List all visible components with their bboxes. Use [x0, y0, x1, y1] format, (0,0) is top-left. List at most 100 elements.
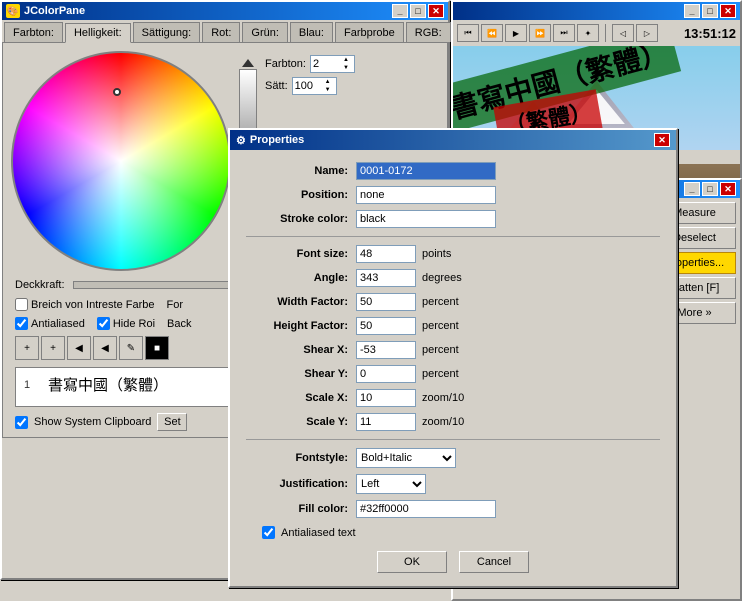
media-btn-nav1[interactable]: ◁: [612, 24, 634, 42]
antialiased-main-checkbox[interactable]: [15, 317, 28, 330]
tab-grun[interactable]: Grün:: [242, 22, 288, 42]
fill-color-input[interactable]: [356, 500, 496, 518]
position-label: Position:: [246, 189, 356, 201]
satt-arrows[interactable]: ▲ ▼: [322, 78, 334, 94]
farbton-down-arrow[interactable]: ▼: [340, 64, 352, 72]
farbton-up-arrow[interactable]: ▲: [340, 56, 352, 64]
satt-label: Sätt:: [265, 80, 288, 92]
tool-add1-button[interactable]: +: [15, 336, 39, 360]
wheel-selector-dot: [113, 88, 121, 96]
shear-x-label: Shear X:: [246, 344, 356, 356]
farbton-value: 2: [313, 58, 340, 70]
scale-y-row: Scale Y: zoom/10: [246, 413, 660, 431]
media-close-button[interactable]: ✕: [720, 4, 736, 18]
media-btn-special[interactable]: ✦: [577, 24, 599, 42]
media-btn-play[interactable]: ▶: [505, 24, 527, 42]
photo-bottom-minimize[interactable]: _: [684, 182, 700, 196]
satt-group: Sätt: 100 ▲ ▼: [265, 77, 355, 95]
satt-value: 100: [295, 80, 322, 92]
hide-roi-checkbox[interactable]: [97, 317, 110, 330]
justification-select[interactable]: Left Center Right: [356, 474, 426, 494]
dialog-buttons: OK Cancel: [246, 551, 660, 573]
width-factor-input[interactable]: [356, 293, 416, 311]
tab-farbton[interactable]: Farbton:: [4, 22, 63, 42]
name-input[interactable]: [356, 162, 496, 180]
media-btn-prev[interactable]: ⏪: [481, 24, 503, 42]
slider-triangle-icon: [242, 59, 254, 67]
fontstyle-select[interactable]: Bold+Italic Bold Italic Plain: [356, 448, 456, 468]
height-factor-input[interactable]: [356, 317, 416, 335]
scale-y-input[interactable]: [356, 413, 416, 431]
antialiased-checkbox-row: Antialiased text: [262, 526, 660, 539]
properties-title-group: ⚙ Properties: [236, 134, 304, 147]
tab-rot[interactable]: Rot:: [202, 22, 240, 42]
scale-x-input[interactable]: [356, 389, 416, 407]
shear-y-unit: percent: [422, 368, 459, 380]
media-maximize-button[interactable]: □: [702, 4, 718, 18]
color-wheel[interactable]: [11, 51, 231, 271]
antialiased-main-label: Antialiased: [31, 318, 85, 330]
farbton-group: Farbton: 2 ▲ ▼: [265, 55, 355, 73]
show-clipboard-label: Show System Clipboard: [34, 416, 151, 428]
photo-bottom-maximize[interactable]: □: [702, 182, 718, 196]
font-size-input[interactable]: [356, 245, 416, 263]
satt-down-arrow[interactable]: ▼: [322, 86, 334, 94]
titlebar-title-group: 🎨 JColorPane: [6, 4, 85, 18]
justification-row: Justification: Left Center Right: [246, 474, 660, 494]
width-factor-unit: percent: [422, 296, 459, 308]
tool-add2-button[interactable]: +: [41, 336, 65, 360]
shear-x-input[interactable]: [356, 341, 416, 359]
satt-spinbox[interactable]: 100 ▲ ▼: [292, 77, 337, 95]
shear-y-input[interactable]: [356, 365, 416, 383]
tool-next-button[interactable]: ◀: [93, 336, 117, 360]
tab-rgb[interactable]: RGB:: [406, 22, 451, 42]
tool-fill-button[interactable]: ■: [145, 336, 169, 360]
antialiased-checkbox-group: Antialiased: [15, 317, 85, 330]
media-btn-next[interactable]: ⏩: [529, 24, 551, 42]
minimize-button[interactable]: _: [392, 4, 408, 18]
show-clipboard-checkbox[interactable]: [15, 416, 28, 429]
tab-helligkeit[interactable]: Helligkeit:: [65, 23, 131, 43]
tab-blau[interactable]: Blau:: [290, 22, 333, 42]
fontstyle-row: Fontstyle: Bold+Italic Bold Italic Plain: [246, 448, 660, 468]
properties-icon: ⚙: [236, 134, 246, 147]
set-button[interactable]: Set: [157, 413, 187, 431]
divider-1: [246, 236, 660, 237]
breich-checkbox[interactable]: [15, 298, 28, 311]
cancel-button[interactable]: Cancel: [459, 551, 529, 573]
antialiased-checkbox[interactable]: [262, 526, 275, 539]
position-input[interactable]: [356, 186, 496, 204]
stroke-color-row: Stroke color:: [246, 210, 660, 228]
media-minimize-button[interactable]: _: [684, 4, 700, 18]
media-btn-begin[interactable]: ⏮: [457, 24, 479, 42]
scale-x-row: Scale X: zoom/10: [246, 389, 660, 407]
properties-body: Name: Position: Stroke color: Font size:…: [230, 150, 676, 585]
window-controls: _ □ ✕: [392, 4, 444, 18]
separator-1: [605, 24, 606, 42]
scale-x-label: Scale X:: [246, 392, 356, 404]
tab-farbprobe[interactable]: Farbprobe: [335, 22, 404, 42]
tool-prev-button[interactable]: ◀: [67, 336, 91, 360]
media-btn-end[interactable]: ⏭: [553, 24, 575, 42]
close-button[interactable]: ✕: [428, 4, 444, 18]
properties-close-button[interactable]: ✕: [654, 133, 670, 147]
satt-up-arrow[interactable]: ▲: [322, 78, 334, 86]
hide-roi-label: Hide Roi: [113, 318, 155, 330]
photo-bottom-close[interactable]: ✕: [720, 182, 736, 196]
for-label-placeholder: For: [167, 299, 184, 311]
tool-edit-button[interactable]: ✎: [119, 336, 143, 360]
properties-dialog: ⚙ Properties ✕ Name: Position: Stroke co…: [228, 128, 678, 588]
media-controls-bar: ⏮ ⏪ ▶ ⏩ ⏭ ✦ ◁ ▷ 13:51:12: [453, 20, 740, 46]
media-btn-nav2[interactable]: ▷: [636, 24, 658, 42]
fontstyle-label: Fontstyle:: [246, 452, 356, 464]
angle-input[interactable]: [356, 269, 416, 287]
maximize-button[interactable]: □: [410, 4, 426, 18]
fill-color-row: Fill color:: [246, 500, 660, 518]
farbton-spinbox[interactable]: 2 ▲ ▼: [310, 55, 355, 73]
ok-button[interactable]: OK: [377, 551, 447, 573]
stroke-color-label: Stroke color:: [246, 213, 356, 225]
breich-label: Breich von Intreste Farbe: [31, 299, 155, 311]
tab-sattigung[interactable]: Sättigung:: [133, 22, 201, 42]
farbton-arrows[interactable]: ▲ ▼: [340, 56, 352, 72]
stroke-color-input[interactable]: [356, 210, 496, 228]
